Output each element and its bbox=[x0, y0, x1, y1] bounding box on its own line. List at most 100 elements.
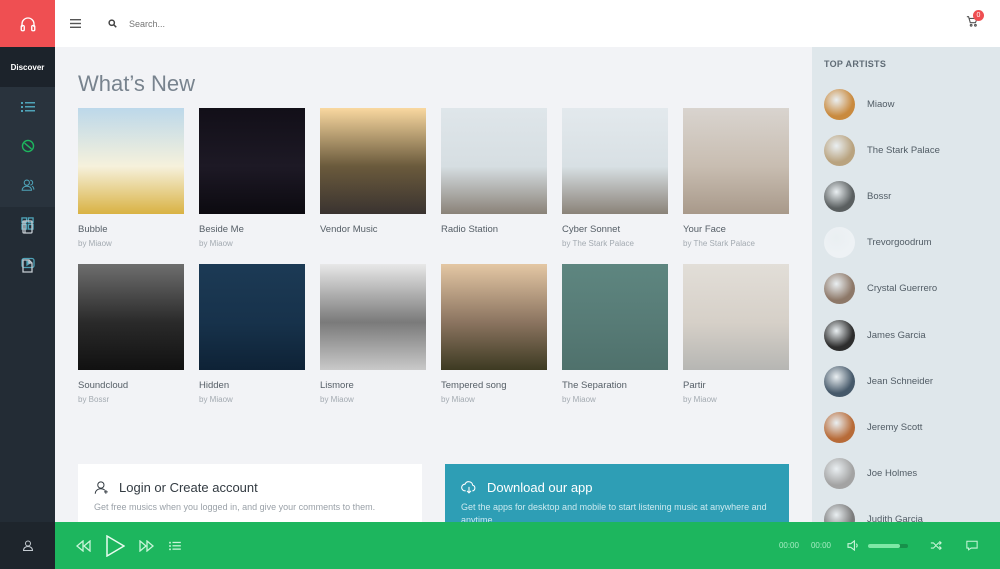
download-panel-title[interactable]: Download our app bbox=[487, 480, 593, 495]
album-cover[interactable] bbox=[320, 264, 426, 370]
album-title[interactable]: Radio Station bbox=[441, 224, 547, 236]
album-card[interactable]: The Separation by Miaow bbox=[562, 264, 668, 406]
album-card[interactable]: Vendor Music bbox=[320, 108, 426, 250]
artist-name[interactable]: The Stark Palace bbox=[867, 145, 940, 156]
album-cover[interactable] bbox=[683, 264, 789, 370]
album-artist[interactable]: by Bossr bbox=[78, 395, 184, 406]
album-artist[interactable] bbox=[320, 239, 426, 250]
album-card[interactable]: Cyber Sonnet by The Stark Palace bbox=[562, 108, 668, 250]
hamburger-icon bbox=[69, 19, 81, 28]
album-card[interactable]: Radio Station bbox=[441, 108, 547, 250]
album-cover[interactable] bbox=[683, 108, 789, 214]
album-card[interactable]: Partir by Miaow bbox=[683, 264, 789, 406]
album-artist[interactable]: by Miaow bbox=[199, 239, 305, 250]
album-cover[interactable] bbox=[562, 108, 668, 214]
login-panel-title[interactable]: Login or Create account bbox=[119, 480, 258, 495]
album-cover[interactable] bbox=[78, 264, 184, 370]
nav-discover[interactable]: Discover bbox=[0, 47, 55, 87]
album-card[interactable]: Soundcloud by Bossr bbox=[78, 264, 184, 406]
artist-item[interactable]: James Garcia bbox=[812, 312, 1000, 358]
artist-item[interactable]: Crystal Guerrero bbox=[812, 266, 1000, 312]
album-cover[interactable] bbox=[320, 108, 426, 214]
volume-icon[interactable] bbox=[847, 540, 860, 551]
top-header: 0 bbox=[55, 0, 1000, 47]
artist-name[interactable]: Bossr bbox=[867, 191, 891, 202]
volume-slider[interactable] bbox=[868, 543, 908, 548]
album-cover[interactable] bbox=[441, 264, 547, 370]
shuffle-icon[interactable] bbox=[930, 540, 942, 551]
search-icon[interactable] bbox=[108, 19, 117, 28]
artist-name[interactable]: James Garcia bbox=[867, 330, 926, 341]
album-title[interactable]: Beside Me bbox=[199, 224, 305, 236]
album-card[interactable]: Tempered song by Miaow bbox=[441, 264, 547, 406]
album-title[interactable]: Hidden bbox=[199, 380, 305, 392]
playlist-icon[interactable] bbox=[169, 541, 181, 551]
album-title[interactable]: Vendor Music bbox=[320, 224, 426, 236]
download-panel[interactable]: Download our app Get the apps for deskto… bbox=[445, 464, 789, 522]
artist-avatar bbox=[824, 88, 855, 120]
album-cover[interactable] bbox=[78, 108, 184, 214]
album-artist[interactable]: by Miaow bbox=[441, 395, 547, 406]
artist-item[interactable]: Bossr bbox=[812, 173, 1000, 219]
artist-item[interactable]: Jeremy Scott bbox=[812, 404, 1000, 450]
album-title[interactable]: Soundcloud bbox=[78, 380, 184, 392]
album-artist[interactable]: by Miaow bbox=[320, 395, 426, 406]
album-cover[interactable] bbox=[562, 264, 668, 370]
search-bar bbox=[108, 18, 329, 29]
album-title[interactable]: Bubble bbox=[78, 224, 184, 236]
album-title[interactable]: Your Face bbox=[683, 224, 789, 236]
album-card[interactable]: Bubble by Miaow bbox=[78, 108, 184, 250]
main-content: What’s New Bubble by Miaow Beside Me by Mia… bbox=[55, 47, 812, 522]
album-title[interactable]: Lismore bbox=[320, 380, 426, 392]
album-artist[interactable]: by Miaow bbox=[683, 395, 789, 406]
cart-button[interactable]: 0 bbox=[966, 10, 984, 32]
album-title[interactable]: The Separation bbox=[562, 380, 668, 392]
album-card[interactable]: Your Face by The Stark Palace bbox=[683, 108, 789, 250]
album-artist[interactable]: by The Stark Palace bbox=[683, 239, 789, 250]
artist-name[interactable]: Jeremy Scott bbox=[867, 422, 922, 433]
nav-item-disc[interactable] bbox=[0, 126, 55, 165]
menu-button[interactable] bbox=[55, 19, 95, 28]
login-panel[interactable]: Login or Create account Get free musics … bbox=[78, 464, 422, 522]
search-input[interactable] bbox=[129, 18, 329, 29]
album-artist[interactable]: by Miaow bbox=[199, 395, 305, 406]
artist-name[interactable]: Joe Holmes bbox=[867, 468, 917, 479]
rewind-icon[interactable] bbox=[75, 539, 91, 552]
album-card[interactable]: Hidden by Miaow bbox=[199, 264, 305, 406]
user-icon bbox=[22, 540, 33, 551]
player-bar: 00:00 00:00 bbox=[55, 522, 1000, 569]
album-title[interactable]: Tempered song bbox=[441, 380, 547, 392]
album-artist[interactable]: by Miaow bbox=[562, 395, 668, 406]
album-artist[interactable]: by Miaow bbox=[78, 239, 184, 250]
album-cover[interactable] bbox=[441, 108, 547, 214]
artist-item[interactable]: Jean Schneider bbox=[812, 358, 1000, 404]
play-icon[interactable] bbox=[105, 534, 125, 557]
cart-count-badge: 0 bbox=[973, 10, 984, 21]
artist-name[interactable]: Trevorgoodrum bbox=[867, 237, 932, 248]
album-card[interactable]: Lismore by Miaow bbox=[320, 264, 426, 406]
nav-item-list[interactable] bbox=[0, 87, 55, 126]
brand-logo[interactable] bbox=[0, 0, 55, 47]
profile-button[interactable] bbox=[0, 522, 55, 569]
album-cover[interactable] bbox=[199, 264, 305, 370]
nav-item-tablet[interactable] bbox=[0, 207, 55, 246]
album-cover[interactable] bbox=[199, 108, 305, 214]
album-artist[interactable] bbox=[441, 239, 547, 250]
nav-item-document[interactable] bbox=[0, 246, 55, 285]
fast-forward-icon[interactable] bbox=[139, 539, 155, 552]
artist-name[interactable]: Jean Schneider bbox=[867, 376, 933, 387]
artist-item[interactable]: Miaow bbox=[812, 81, 1000, 127]
album-artist[interactable]: by The Stark Palace bbox=[562, 239, 668, 250]
artist-name[interactable]: Miaow bbox=[867, 99, 894, 110]
artist-item[interactable]: Trevorgoodrum bbox=[812, 220, 1000, 266]
artist-name[interactable]: Judith Garcia bbox=[867, 514, 923, 522]
album-card[interactable]: Beside Me by Miaow bbox=[199, 108, 305, 250]
album-title[interactable]: Cyber Sonnet bbox=[562, 224, 668, 236]
comment-icon[interactable] bbox=[966, 540, 978, 551]
album-title[interactable]: Partir bbox=[683, 380, 789, 392]
nav-item-users[interactable] bbox=[0, 165, 55, 204]
artist-item[interactable]: Judith Garcia bbox=[812, 497, 1000, 522]
artist-item[interactable]: The Stark Palace bbox=[812, 127, 1000, 173]
artist-item[interactable]: Joe Holmes bbox=[812, 451, 1000, 497]
artist-name[interactable]: Crystal Guerrero bbox=[867, 283, 937, 294]
